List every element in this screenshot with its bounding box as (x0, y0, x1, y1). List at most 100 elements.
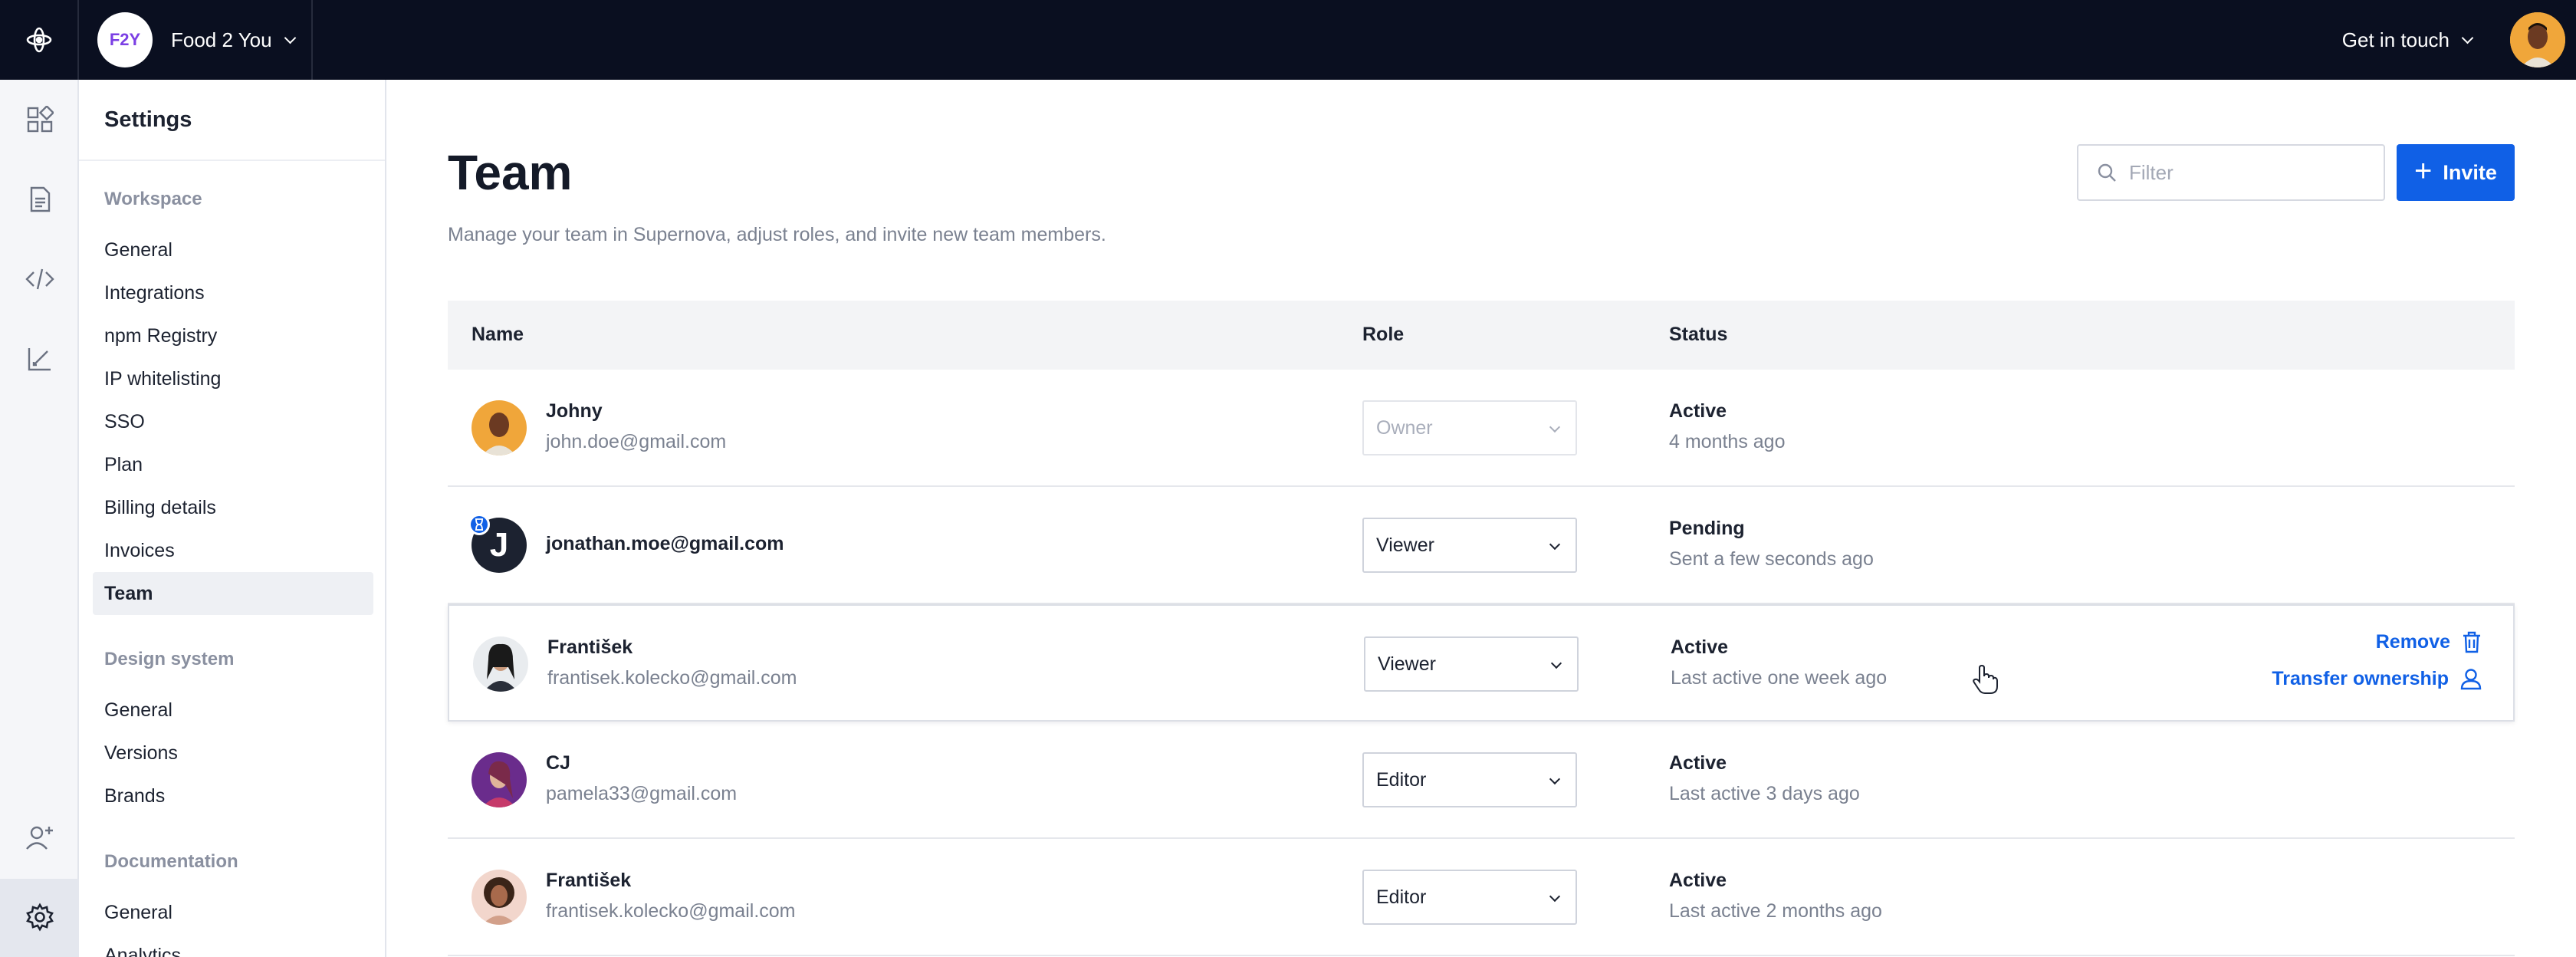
sidebar-divider (79, 160, 385, 161)
sidebar-item-brands[interactable]: Brands (93, 774, 373, 817)
table-row[interactable]: František frantisek.kolecko@gmail.com Vi… (448, 604, 2515, 722)
rail-components[interactable] (21, 101, 58, 138)
table-row: CJ pamela33@gmail.com Editor Active Last… (448, 722, 2515, 839)
sidebar-item-plan[interactable]: Plan (93, 443, 373, 486)
member-email: john.doe@gmail.com (546, 431, 727, 452)
remove-button[interactable]: Remove (2376, 630, 2482, 653)
add-user-icon (26, 826, 53, 850)
status-detail: Last active 3 days ago (1669, 783, 1860, 804)
page-subtitle: Manage your team in Supernova, adjust ro… (448, 224, 1106, 245)
pending-hourglass-icon (468, 514, 490, 535)
rail-documents[interactable] (21, 181, 58, 218)
status-label: Active (1669, 400, 1727, 422)
user-icon (2460, 669, 2482, 690)
sidebar-item-team[interactable]: Team (93, 572, 373, 615)
get-in-touch-button[interactable]: Get in touch (2341, 28, 2474, 52)
gear-icon (26, 903, 54, 932)
member-email: frantisek.kolecko@gmail.com (546, 900, 796, 922)
sidebar-item-integrations[interactable]: Integrations (93, 271, 373, 314)
page-title: Team (448, 145, 573, 200)
section-workspace: Workspace (104, 189, 202, 209)
chevron-down-icon (1550, 657, 1562, 669)
status-detail: Last active one week ago (1671, 667, 1888, 689)
sidebar-item-general[interactable]: General (93, 229, 373, 271)
status-detail: 4 months ago (1669, 431, 1786, 452)
rail-settings[interactable] (21, 899, 58, 936)
sidebar-item-invoices[interactable]: Invoices (93, 529, 373, 572)
rail-code[interactable] (21, 261, 58, 298)
chevron-down-icon (1549, 890, 1561, 903)
app-window: F2Y Food 2 You Get in touch Settings Wor… (0, 0, 2576, 957)
export-icon (28, 348, 51, 371)
member-name: František (547, 636, 633, 658)
chevron-down-icon (1549, 538, 1561, 551)
role-value: Editor (1376, 768, 1427, 791)
member-name: František (546, 870, 632, 891)
role-value: Editor (1376, 886, 1427, 908)
status-label: Pending (1669, 518, 1745, 539)
transfer-ownership-label: Transfer ownership (2272, 667, 2449, 689)
status-label: Active (1671, 636, 1729, 658)
get-in-touch-label: Get in touch (2341, 28, 2450, 51)
role-select[interactable]: Viewer (1362, 518, 1577, 573)
sidebar-item-versions[interactable]: Versions (93, 732, 373, 774)
column-role: Role (1362, 324, 1405, 345)
rail-analytics[interactable] (21, 340, 58, 377)
workspace-name: Food 2 You (171, 28, 272, 51)
member-email: pamela33@gmail.com (546, 783, 738, 804)
transfer-ownership-button[interactable]: Transfer ownership (2272, 667, 2482, 690)
rail-invite-user[interactable] (21, 819, 58, 856)
plus-icon: + (2414, 154, 2433, 188)
search-icon (2098, 163, 2116, 182)
member-email: jonathan.moe@gmail.com (546, 533, 784, 554)
status-detail: Sent a few seconds ago (1669, 548, 1874, 570)
role-value: Viewer (1378, 653, 1436, 675)
sidebar-item-analytics[interactable]: Analytics (93, 934, 373, 957)
member-email: frantisek.kolecko@gmail.com (547, 667, 797, 689)
role-select[interactable]: Viewer (1364, 636, 1579, 692)
avatar (473, 636, 528, 692)
code-icon (25, 268, 54, 290)
status-detail: Last active 2 months ago (1669, 900, 1882, 922)
settings-sidebar: Settings Workspace General Integrations … (79, 80, 386, 957)
components-icon (27, 106, 54, 133)
sidebar-item-npm-registry[interactable]: npm Registry (93, 314, 373, 357)
workspace-switcher[interactable]: F2Y Food 2 You (79, 0, 313, 80)
chevron-down-icon (284, 31, 296, 44)
sidebar-item-ds-general[interactable]: General (93, 689, 373, 732)
chevron-down-icon (2461, 31, 2474, 44)
role-select: Owner (1362, 400, 1577, 455)
filter-field[interactable] (2077, 144, 2385, 201)
supernova-logo-icon (26, 27, 51, 53)
team-table-header: Name Role Status (448, 301, 2515, 370)
user-avatar[interactable] (2510, 12, 2565, 67)
section-documentation: Documentation (104, 851, 238, 872)
invite-label: Invite (2443, 160, 2497, 184)
main-content: Team Manage your team in Supernova, adju… (386, 80, 2576, 957)
top-right: Get in touch (2342, 12, 2576, 67)
icon-rail (0, 80, 79, 957)
member-name: CJ (546, 752, 570, 774)
trash-icon (2463, 631, 2480, 653)
avatar (472, 400, 527, 455)
status-label: Active (1669, 870, 1727, 891)
table-row: František frantisek.kolecko@gmail.com Ed… (448, 839, 2515, 956)
workspace-avatar: F2Y (97, 12, 153, 67)
hand-cursor-icon (1972, 664, 1998, 699)
chevron-down-icon (1549, 773, 1561, 785)
remove-label: Remove (2375, 630, 2450, 653)
sidebar-item-billing-details[interactable]: Billing details (93, 486, 373, 529)
section-design-system: Design system (104, 649, 235, 669)
role-select[interactable]: Editor (1362, 870, 1577, 925)
sidebar-item-doc-general[interactable]: General (93, 891, 373, 934)
role-value: Viewer (1376, 534, 1434, 556)
role-select[interactable]: Editor (1362, 752, 1577, 807)
supernova-logo[interactable] (0, 0, 79, 80)
avatar (472, 752, 527, 807)
sidebar-item-ip-whitelisting[interactable]: IP whitelisting (93, 357, 373, 400)
status-label: Active (1669, 752, 1727, 774)
sidebar-item-sso[interactable]: SSO (93, 400, 373, 443)
avatar (472, 870, 527, 925)
filter-input[interactable] (2129, 160, 2374, 185)
invite-button[interactable]: + Invite (2397, 144, 2515, 201)
